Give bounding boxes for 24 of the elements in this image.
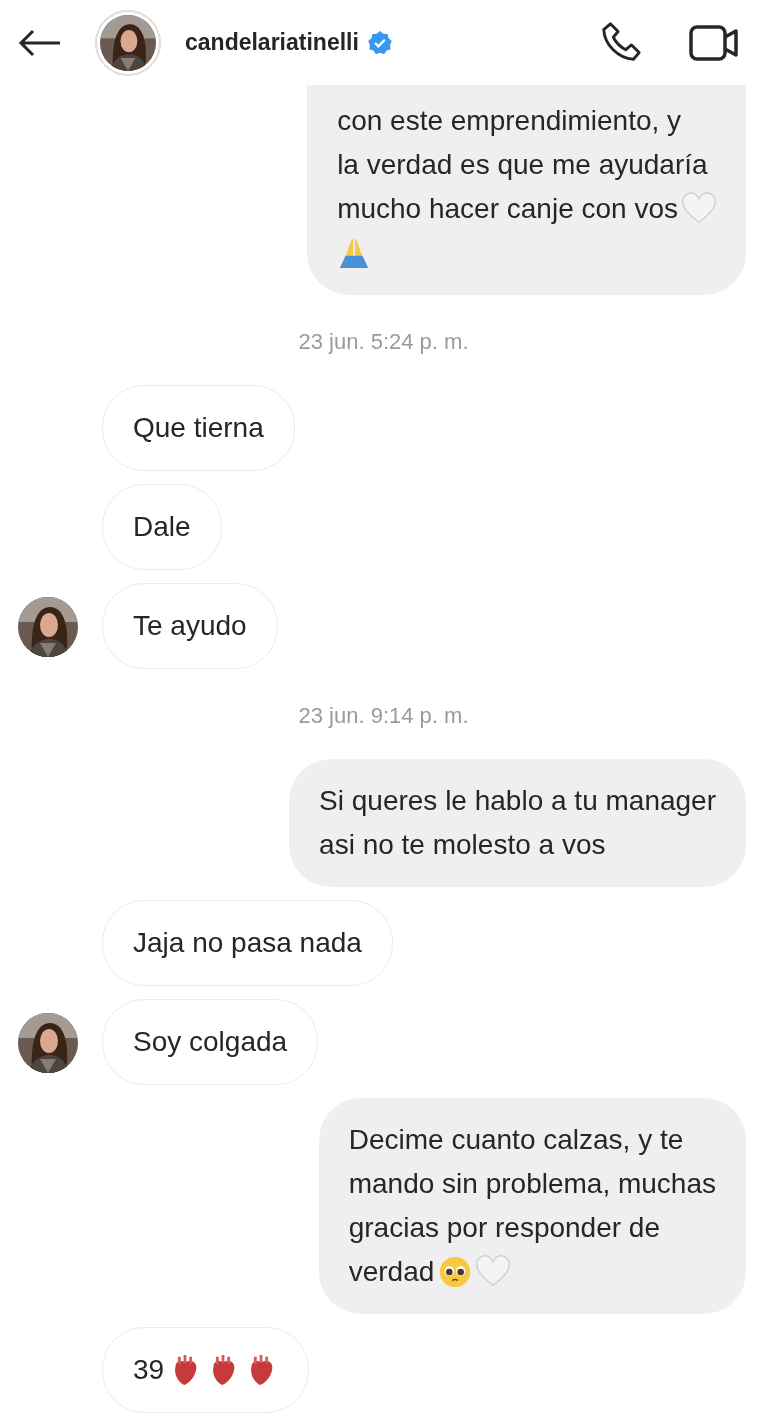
heart-icon bbox=[476, 1255, 511, 1289]
message-text: 39 bbox=[133, 1353, 165, 1387]
heart-icon bbox=[682, 192, 716, 226]
message-text: mucho hacer canje con vos bbox=[337, 192, 678, 226]
pleading-face-icon bbox=[438, 1255, 473, 1289]
message-text: con este emprendimiento, y bbox=[337, 104, 682, 138]
back-arrow-icon[interactable] bbox=[18, 28, 62, 57]
timestamp: 23 jun. 9:14 p. m. bbox=[298, 702, 469, 730]
message-text: la verdad es que me ayudaría bbox=[337, 148, 708, 182]
message-text: Te ayudo bbox=[133, 609, 247, 643]
message-text: verdad bbox=[348, 1255, 435, 1289]
message-text: gracias por responder de bbox=[348, 1211, 660, 1245]
video-camera-icon[interactable] bbox=[689, 22, 739, 63]
message-text: Decime cuanto calzas, y te bbox=[348, 1123, 684, 1157]
timestamp: 23 jun. 5:24 p. m. bbox=[298, 328, 469, 356]
message-text: mando sin problema, muchas bbox=[348, 1167, 716, 1201]
message-text: Soy colgada bbox=[133, 1025, 288, 1059]
message-text: Si queres le hablo a tu manager bbox=[319, 784, 716, 818]
username[interactable]: candelariatinelli bbox=[185, 29, 359, 56]
avatar-ring[interactable] bbox=[95, 9, 161, 76]
message-text: Que tierna bbox=[133, 411, 264, 445]
message-text: asi no te molesto a vos bbox=[319, 828, 606, 862]
message-text: Jaja no pasa nada bbox=[133, 926, 362, 960]
message-text: Dale bbox=[133, 510, 191, 544]
